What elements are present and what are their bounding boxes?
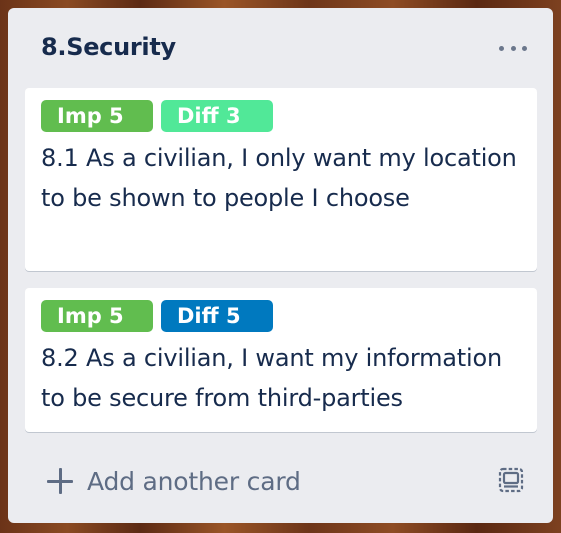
list: 8.Security Imp 5 Diff 3 8.1 As a civilia… [8,8,553,523]
more-horizontal-icon[interactable] [499,36,527,60]
card[interactable]: Imp 5 Diff 3 8.1 As a civilian, I only w… [25,88,537,271]
add-card-label: Add another card [87,466,301,496]
plus-icon [47,468,73,494]
card-labels: Imp 5 Diff 5 [41,300,521,332]
card-title: 8.1 As a civilian, I only want my locati… [41,144,517,212]
label-difficulty[interactable]: Diff 5 [161,300,273,332]
label-importance[interactable]: Imp 5 [41,100,153,132]
list-header: 8.Security [8,8,553,88]
add-card-button[interactable]: Add another card [38,456,528,506]
label-difficulty[interactable]: Diff 3 [161,100,273,132]
card[interactable]: Imp 5 Diff 5 8.2 As a civilian, I want m… [25,288,537,432]
label-importance[interactable]: Imp 5 [41,300,153,332]
list-title[interactable]: 8.Security [41,33,176,61]
card-labels: Imp 5 Diff 3 [41,100,521,132]
card-title: 8.2 As a civilian, I want my information… [41,344,502,412]
card-template-icon[interactable] [496,465,526,495]
